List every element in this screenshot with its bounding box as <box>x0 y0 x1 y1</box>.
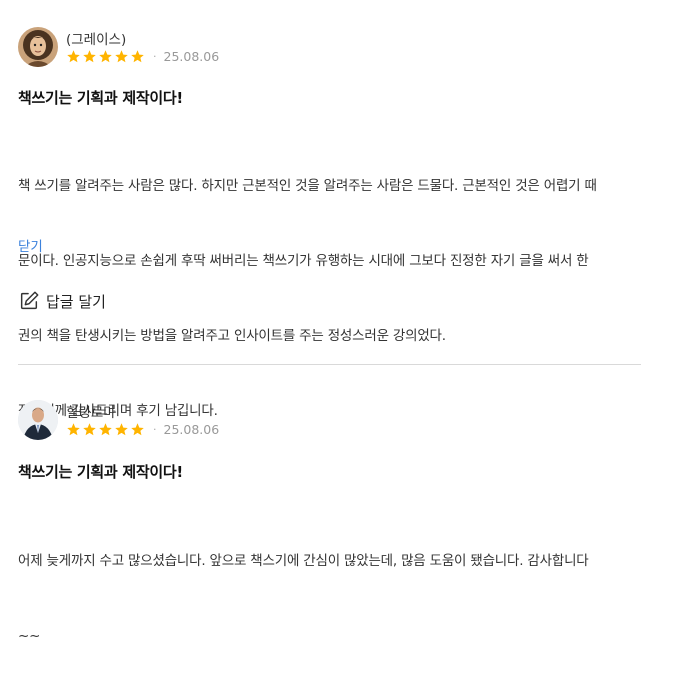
reply-button[interactable]: 답글 달기 <box>18 290 106 312</box>
edit-pencil-icon <box>20 291 39 310</box>
star-icon <box>115 50 128 63</box>
star-icon <box>67 50 80 63</box>
star-icon <box>83 423 96 436</box>
star-icon <box>99 50 112 63</box>
review-meta: · 25.08.06 <box>66 49 219 64</box>
review-body-line: 책 쓰기를 알려주는 사람은 많다. 하지만 근본적인 것을 알려주는 사람은 … <box>18 178 597 194</box>
reply-label: 답글 달기 <box>46 292 106 311</box>
review-header: (그레이스) · 25.08.06 <box>18 27 641 69</box>
star-icon <box>131 423 144 436</box>
review-body-line: 문이다. 인공지능으로 손쉽게 후딱 써버리는 책쓰기가 유행하는 시대에 그보… <box>18 253 589 269</box>
review-date: 25.08.06 <box>163 49 220 64</box>
star-icon <box>99 423 112 436</box>
meta-separator: · <box>153 50 157 63</box>
star-icon <box>115 423 128 436</box>
review-card: 힐링로마 · 25.08.06 책쓰기는 기획과 제작이다! 어제 늦게까지 수… <box>18 400 641 644</box>
review-card: (그레이스) · 25.08.06 책쓰기는 기획과 제작이다! 책 쓰기를 알… <box>18 27 641 419</box>
review-title: 책쓰기는 기획과 제작이다! <box>18 89 183 107</box>
avatar[interactable] <box>18 27 58 67</box>
review-date: 25.08.06 <box>163 422 220 437</box>
author-name: (그레이스) <box>66 32 127 48</box>
star-rating <box>66 422 145 437</box>
star-icon <box>67 423 80 436</box>
review-header: 힐링로마 · 25.08.06 <box>18 400 641 442</box>
star-icon <box>131 50 144 63</box>
review-body-line: ~~ <box>18 628 41 644</box>
review-body-line: 어제 늦게까지 수고 많으셨습니다. 앞으로 책스기에 간심이 많았는데, 많음… <box>18 553 589 569</box>
review-body: 어제 늦게까지 수고 많으셨습니다. 앞으로 책스기에 간심이 많았는데, 많음… <box>18 499 641 699</box>
review-body-line: 권의 책을 탄생시키는 방법을 알려주고 인사이트를 주는 정성스러운 강의었다… <box>18 328 446 344</box>
author-name: 힐링로마 <box>66 405 116 421</box>
review-title: 책쓰기는 기획과 제작이다! <box>18 463 183 481</box>
review-meta: · 25.08.06 <box>66 422 219 437</box>
avatar[interactable] <box>18 400 58 440</box>
divider <box>18 364 641 365</box>
meta-separator: · <box>153 423 157 436</box>
star-rating <box>66 49 145 64</box>
star-icon <box>83 50 96 63</box>
close-link[interactable]: 닫기 <box>18 235 43 255</box>
